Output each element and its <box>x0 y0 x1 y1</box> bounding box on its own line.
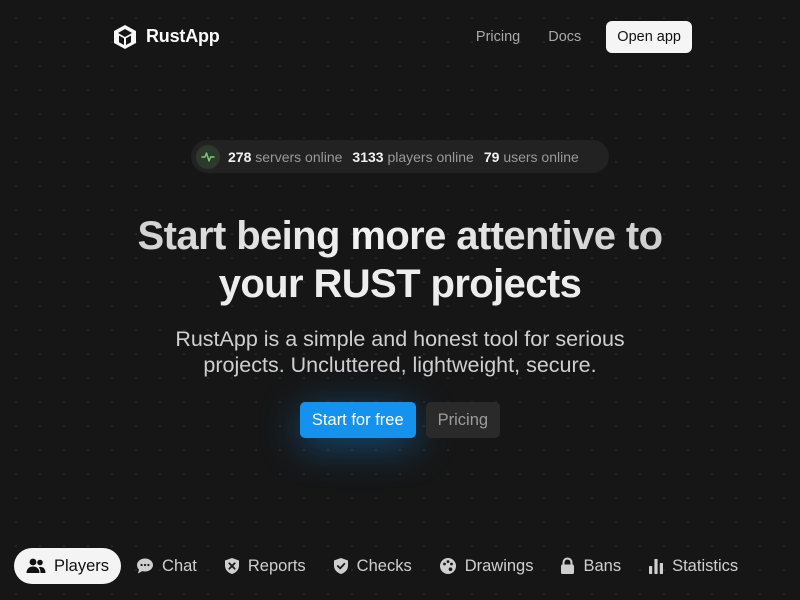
users-icon <box>26 557 46 575</box>
pricing-button[interactable]: Pricing <box>425 402 501 438</box>
tab-chat-label: Chat <box>162 556 197 575</box>
players-label: players online <box>387 148 474 165</box>
chat-icon <box>136 557 154 575</box>
tab-statistics-label: Statistics <box>672 556 739 575</box>
feature-tabs: Players Chat Reports Checks Drawings Ban… <box>14 548 786 584</box>
palette-icon <box>439 557 457 575</box>
cta-row: Start for free Pricing <box>0 402 800 438</box>
check-shield-icon <box>333 557 349 575</box>
hero-title-line2: your RUST projects <box>218 262 582 306</box>
servers-label: servers online <box>255 148 343 165</box>
online-stats-pill: 278 servers online 3133 players online 7… <box>191 140 609 173</box>
servers-count: 278 <box>228 148 252 165</box>
tab-bans[interactable]: Bans <box>548 548 633 584</box>
players-online-stat: 3133 players online <box>352 149 473 165</box>
tab-drawings-label: Drawings <box>464 556 534 575</box>
tab-players[interactable]: Players <box>14 548 122 584</box>
tab-drawings[interactable]: Drawings <box>427 548 546 584</box>
tab-reports-label: Reports <box>247 556 306 575</box>
tab-checks-label: Checks <box>356 556 412 575</box>
activity-icon <box>196 144 220 169</box>
hero-title-line1: Start being more attentive to <box>0 212 800 260</box>
open-app-button[interactable]: Open app <box>606 20 692 53</box>
tab-players-label: Players <box>54 556 110 575</box>
top-header: RustApp Pricing Docs Open app <box>112 20 692 53</box>
hero-title: Start being more attentive to your RUST … <box>0 212 800 308</box>
start-for-free-button[interactable]: Start for free <box>299 402 416 438</box>
tab-checks[interactable]: Checks <box>321 548 424 584</box>
top-nav: Pricing Docs Open app <box>467 20 692 53</box>
report-shield-icon <box>224 557 240 575</box>
servers-online-stat: 278 servers online <box>228 149 342 165</box>
rustapp-logo-icon <box>112 24 138 50</box>
nav-pricing-link[interactable]: Pricing <box>467 21 529 53</box>
lock-icon <box>560 557 575 575</box>
users-count: 79 <box>483 148 500 165</box>
hero-subtitle: RustApp is a simple and honest tool for … <box>175 327 625 377</box>
nav-docs-link[interactable]: Docs <box>539 21 590 53</box>
tab-statistics[interactable]: Statistics <box>636 548 750 584</box>
tab-chat[interactable]: Chat <box>124 548 209 584</box>
tab-reports[interactable]: Reports <box>212 548 318 584</box>
users-label: users online <box>503 148 579 165</box>
brand-name: RustApp <box>146 26 220 46</box>
players-count: 3133 <box>352 148 384 165</box>
tab-bans-label: Bans <box>583 556 622 575</box>
users-online-stat: 79 users online <box>484 149 579 165</box>
bar-chart-icon <box>648 557 664 575</box>
brand[interactable]: RustApp <box>112 24 220 50</box>
